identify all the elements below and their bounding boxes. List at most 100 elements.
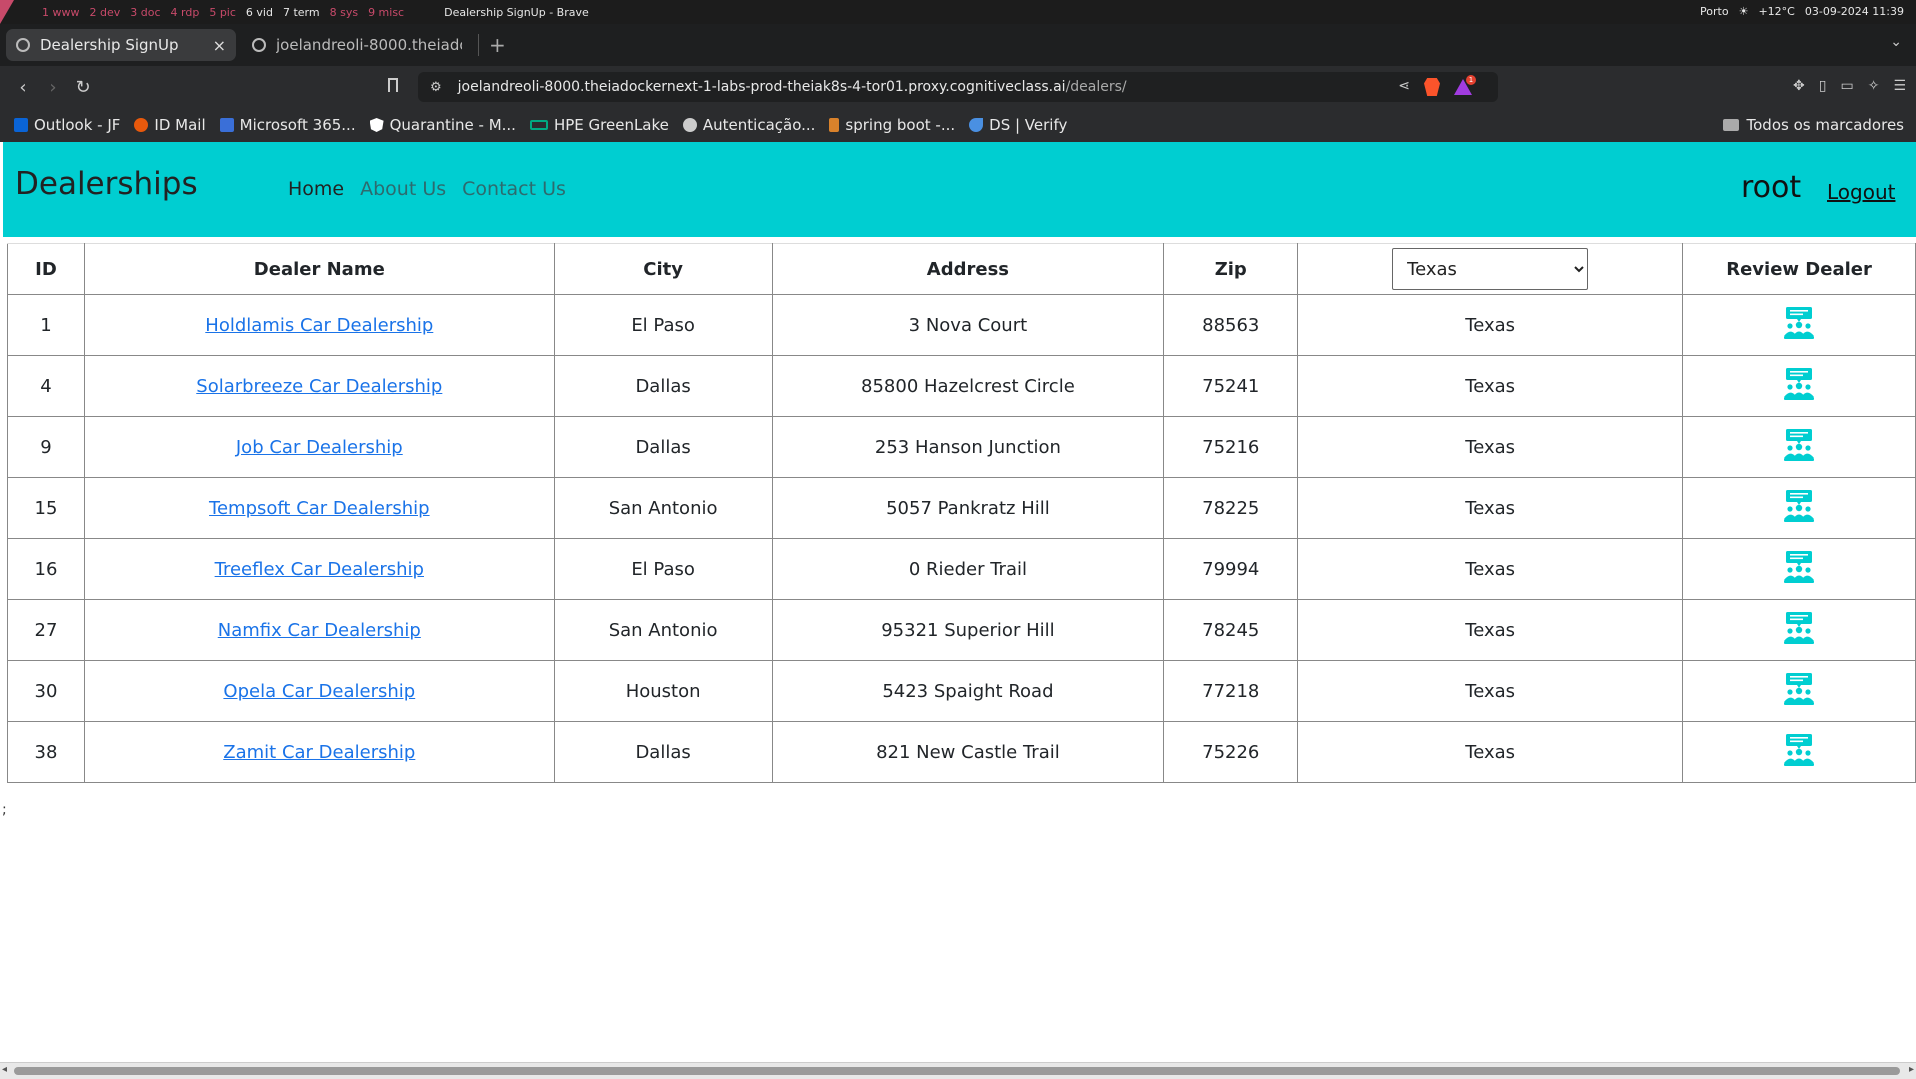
cell-dealer-name: Job Car Dealership — [83, 416, 555, 478]
bookmark-label: DS | Verify — [989, 116, 1068, 134]
cell-id: 9 — [7, 416, 85, 478]
dealer-link[interactable]: Tempsoft Car Dealership — [209, 498, 430, 519]
bookmark-id-mail[interactable]: ID Mail — [134, 116, 206, 134]
table-row: 30 Opela Car Dealership Houston 5423 Spaigh… — [7, 660, 1916, 722]
extensions-icon[interactable]: ✥ — [1793, 78, 1805, 94]
cell-review — [1682, 660, 1916, 722]
scroll-right-icon[interactable]: ▸ — [1909, 1064, 1914, 1075]
dealer-link[interactable]: Opela Car Dealership — [223, 681, 415, 702]
cell-state: Texas — [1297, 477, 1684, 539]
bookmark-label: HPE GreenLake — [553, 116, 669, 134]
workspace-2[interactable]: 2 dev — [90, 6, 121, 19]
dealer-link[interactable]: Solarbreeze Car Dealership — [196, 376, 442, 397]
nav-contact-link[interactable]: Contact Us — [462, 178, 566, 200]
all-bookmarks-folder[interactable]: Todos os marcadores — [1722, 116, 1904, 134]
review-dealer-icon[interactable] — [1783, 550, 1815, 584]
back-arrow-icon[interactable]: ‹ — [8, 77, 38, 98]
ds-verify-icon — [969, 118, 984, 132]
review-dealer-icon[interactable] — [1783, 733, 1815, 767]
address-bar[interactable]: ⚙ joelandreoli-8000.theiadockernext-1-la… — [418, 72, 1498, 102]
site-navbar: Dealerships Home About Us Contact Us roo… — [3, 142, 1916, 237]
workspace-1[interactable]: 1 www — [42, 6, 80, 19]
cell-address: 5423 Spaight Road — [771, 660, 1165, 722]
bookmark-label: Quarantine - M... — [389, 116, 516, 134]
cell-id: 30 — [7, 660, 85, 722]
cell-review — [1682, 477, 1916, 539]
dealer-link[interactable]: Zamit Car Dealership — [223, 742, 415, 763]
nav-about-link[interactable]: About Us — [360, 178, 446, 200]
cell-zip: 88563 — [1163, 294, 1299, 356]
hpe-icon — [529, 120, 548, 130]
url-host: joelandreoli-8000.theiadockernext-1-labs… — [457, 79, 1066, 95]
sidebar-icon[interactable]: ▯ — [1819, 78, 1827, 94]
reload-icon[interactable]: ↻ — [68, 77, 98, 98]
scrollbar-thumb[interactable] — [14, 1067, 1900, 1075]
close-icon[interactable]: × — [213, 36, 226, 55]
chevron-down-icon[interactable]: ⌄ — [1890, 34, 1902, 50]
horizontal-scrollbar[interactable]: ◂ ▸ — [0, 1062, 1916, 1079]
review-dealer-icon[interactable] — [1783, 611, 1815, 645]
bookmark-autenticacao[interactable]: Autenticação... — [682, 116, 815, 134]
state-filter-select[interactable]: Texas — [1392, 248, 1589, 290]
dealer-link[interactable]: Holdlamis Car Dealership — [205, 315, 433, 336]
share-icon[interactable]: ⋖ — [1398, 78, 1410, 94]
cell-state: Texas — [1297, 721, 1684, 783]
workspace-9[interactable]: 9 misc — [368, 6, 404, 19]
cell-address: 5057 Pankratz Hill — [771, 477, 1165, 539]
bookmarks-bar: Outlook - JF ID Mail Microsoft 365... Qu… — [0, 108, 1916, 142]
workspace-8[interactable]: 8 sys — [330, 6, 358, 19]
url-path: /dealers/ — [1065, 79, 1127, 95]
review-dealer-icon[interactable] — [1783, 428, 1815, 462]
tab-theia[interactable]: joelandreoli-8000.theiadoc — [242, 29, 472, 61]
brand-title[interactable]: Dealerships — [15, 166, 198, 202]
cell-state: Texas — [1297, 660, 1684, 722]
bookmark-icon[interactable] — [388, 78, 398, 92]
tab-strip: Dealership SignUp × joelandreoli-8000.th… — [0, 24, 1916, 66]
review-dealer-icon[interactable] — [1783, 672, 1815, 706]
bookmark-spring-boot[interactable]: spring boot -... — [829, 116, 955, 134]
review-dealer-icon[interactable] — [1783, 489, 1815, 523]
dealer-link[interactable]: Job Car Dealership — [236, 437, 403, 458]
bookmark-microsoft-365[interactable]: Microsoft 365... — [219, 116, 356, 134]
id-mail-icon — [134, 118, 149, 132]
cell-state: Texas — [1297, 355, 1684, 417]
review-dealer-icon[interactable] — [1783, 367, 1815, 401]
header-zip: Zip — [1163, 243, 1299, 295]
url-text[interactable]: joelandreoli-8000.theiadockernext-1-labs… — [458, 79, 1127, 95]
workspace-3[interactable]: 3 doc — [130, 6, 160, 19]
workspace-5[interactable]: 5 pic — [209, 6, 236, 19]
review-dealer-icon[interactable] — [1783, 306, 1815, 340]
bookmark-quarantine[interactable]: Quarantine - M... — [369, 116, 516, 134]
bookmark-outlook[interactable]: Outlook - JF — [14, 116, 120, 134]
logout-link[interactable]: Logout — [1827, 180, 1895, 204]
bookmark-ds-verify[interactable]: DS | Verify — [969, 116, 1067, 134]
brave-shields-icon[interactable] — [1424, 78, 1440, 96]
cell-city: San Antonio — [553, 477, 773, 539]
nav-home-link[interactable]: Home — [288, 178, 344, 200]
dealer-link[interactable]: Namfix Car Dealership — [218, 620, 421, 641]
cell-address: 95321 Superior Hill — [771, 599, 1165, 661]
site-settings-icon[interactable]: ⚙ — [430, 80, 442, 95]
forward-arrow-icon[interactable]: › — [38, 77, 68, 98]
workspace-6[interactable]: 6 vid — [246, 6, 273, 19]
leo-icon[interactable]: ✧ — [1868, 78, 1880, 94]
workspace-7[interactable]: 7 term — [283, 6, 320, 19]
wallet-icon[interactable]: ▭ — [1840, 78, 1853, 94]
cell-review — [1682, 416, 1916, 478]
dealer-link[interactable]: Treeflex Car Dealership — [215, 559, 424, 580]
bookmark-hpe-greenlake[interactable]: HPE GreenLake — [529, 116, 669, 134]
header-state-filter: Texas — [1297, 243, 1684, 295]
nav-links: Home About Us Contact Us — [288, 178, 566, 200]
new-tab-button[interactable]: + — [489, 33, 506, 57]
scroll-left-icon[interactable]: ◂ — [2, 1064, 7, 1075]
header-address: Address — [771, 243, 1165, 295]
cell-review — [1682, 355, 1916, 417]
stack-overflow-icon — [829, 118, 840, 132]
cell-address: 3 Nova Court — [771, 294, 1165, 356]
menu-icon[interactable]: ☰ — [1893, 78, 1906, 94]
tab-dealership-signup[interactable]: Dealership SignUp × — [6, 29, 236, 61]
sun-icon: ☀ — [1738, 5, 1749, 18]
cell-zip: 79994 — [1163, 538, 1299, 600]
workspace-4[interactable]: 4 rdp — [171, 6, 200, 19]
cell-state: Texas — [1297, 538, 1684, 600]
